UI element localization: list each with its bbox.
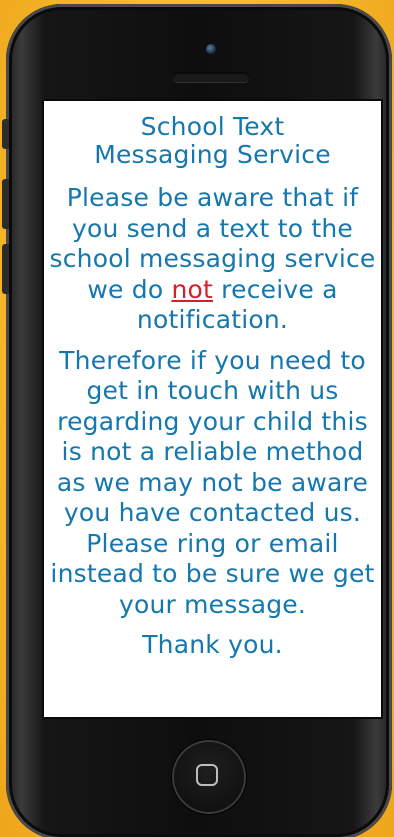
- home-button[interactable]: [172, 740, 246, 814]
- message-title: School Text Messaging Service: [48, 113, 377, 169]
- side-button-silent: [2, 119, 9, 149]
- title-line-1: School Text: [140, 112, 285, 141]
- closing-text: Thank you.: [142, 630, 283, 659]
- paragraph-notice: Please be aware that if you send a text …: [48, 183, 377, 336]
- home-button-icon: [196, 764, 218, 786]
- paragraph-instructions: Therefore if you need to get in touch wi…: [50, 345, 375, 619]
- phone-screen: School Text Messaging Service Please be …: [42, 99, 383, 719]
- camera-icon: [206, 44, 216, 54]
- speaker-grille: [173, 72, 249, 82]
- title-line-2: Messaging Service: [94, 140, 331, 169]
- side-button-volume-up: [2, 179, 9, 229]
- notice-emphasis-not: not: [171, 274, 214, 304]
- side-button-volume-down: [2, 244, 9, 294]
